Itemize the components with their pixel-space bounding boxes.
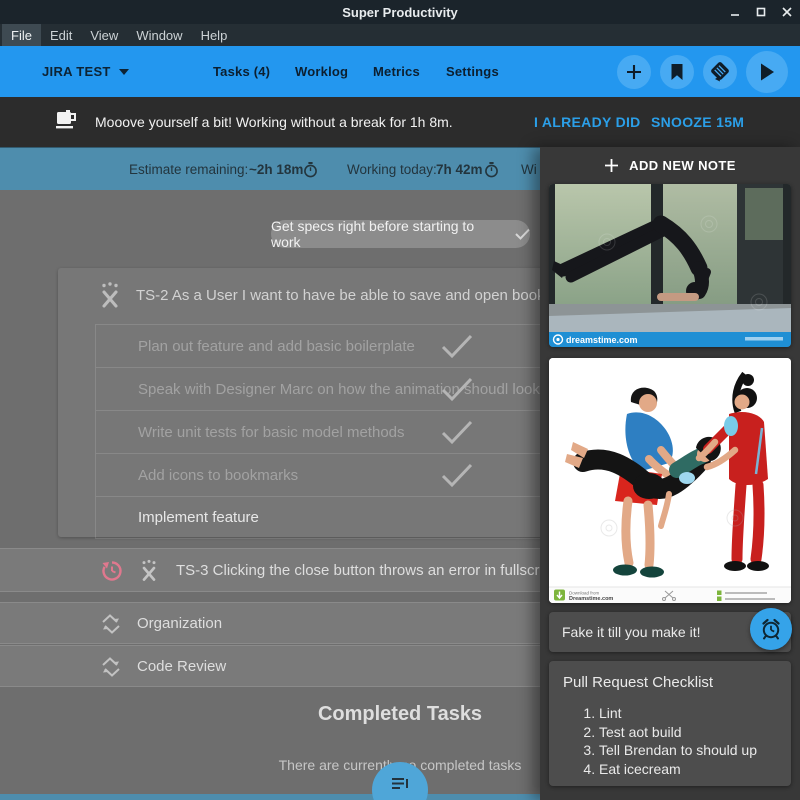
titlebar: Super Productivity — [0, 0, 800, 24]
working-today-value: 7h 42m — [436, 148, 483, 191]
note-sticky-icon — [708, 60, 732, 84]
tab-worklog[interactable]: Worklog — [295, 46, 348, 97]
subtask-title: Add icons to bookmarks — [138, 467, 298, 484]
stopwatch-icon — [302, 148, 319, 191]
break-message: Mooove yourself a bit! Working without a… — [95, 97, 453, 147]
play-icon — [758, 62, 776, 82]
svg-text:Download from: Download from — [569, 591, 600, 596]
play-button[interactable] — [746, 51, 788, 93]
note-image-yoga[interactable]: dreamstime.com — [549, 184, 791, 347]
svg-text:dreamstime.com: dreamstime.com — [566, 335, 638, 345]
close-icon[interactable] — [780, 5, 794, 19]
window-title: Super Productivity — [342, 5, 458, 20]
sync-clock-icon — [101, 560, 123, 582]
task-title: TS-2 As a User I want to have be able to… — [136, 287, 585, 304]
repeat-icon — [100, 613, 122, 635]
chevron-down-icon — [119, 69, 129, 75]
note-text: Fake it till you make it! — [562, 624, 701, 640]
svg-text:Dreamstime.com: Dreamstime.com — [569, 596, 613, 602]
playlist-icon — [390, 776, 410, 794]
check-icon — [441, 463, 473, 488]
subtask-title: Plan out feature and add basic boilerpla… — [138, 338, 415, 355]
project-switcher[interactable]: JIRA TEST — [42, 46, 129, 97]
add-task-button[interactable] — [617, 55, 651, 89]
add-new-note-button[interactable]: ADD NEW NOTE — [540, 147, 800, 184]
maximize-icon[interactable] — [754, 5, 768, 19]
subtask-title: Speak with Designer Marc on how the anim… — [138, 381, 567, 398]
repeat-icon — [100, 656, 122, 678]
subtask-title: Write unit tests for basic model methods — [138, 424, 405, 441]
checklist-item: Lint — [599, 704, 777, 723]
yoga-photo: dreamstime.com — [549, 184, 791, 347]
jira-icon — [139, 558, 159, 583]
checklist-item: Tell Brendan to should up — [599, 741, 777, 760]
check-icon — [441, 334, 473, 359]
checklist: Lint Test aot build Tell Brendan to shou… — [599, 704, 777, 778]
main-toolbar: JIRA TEST Tasks (4) Worklog Metrics Sett… — [0, 46, 800, 97]
checklist-title: Pull Request Checklist — [563, 674, 777, 691]
plus-icon — [625, 63, 643, 81]
last-done-task-chip[interactable]: Get specs right before starting to work — [271, 220, 530, 248]
menu-help[interactable]: Help — [192, 24, 237, 46]
estimate-remaining-value: ~2h 18m — [249, 148, 303, 191]
checklist-item: Test aot build — [599, 723, 777, 742]
task-title: TS-3 Clicking the close button throws an… — [176, 562, 565, 579]
break-reminder-banner: Mooove yourself a bit! Working without a… — [0, 97, 800, 147]
stopwatch-icon — [483, 148, 500, 191]
snooze-button[interactable]: SNOOZE 15M — [651, 97, 744, 147]
project-name: JIRA TEST — [42, 64, 111, 79]
truncated-label: Wi — [521, 148, 537, 191]
notes-toggle-button[interactable] — [703, 55, 737, 89]
task-title: Organization — [137, 615, 222, 632]
bookmarks-toggle-button[interactable] — [660, 55, 694, 89]
working-today-label: Working today: — [347, 148, 437, 191]
check-icon — [515, 228, 530, 240]
note-reminder-button[interactable] — [750, 608, 792, 650]
coffee-mug-icon — [54, 109, 80, 133]
minimize-icon[interactable] — [728, 5, 742, 19]
check-icon — [441, 420, 473, 445]
subtask-title: Implement feature — [138, 509, 259, 526]
add-new-note-label: ADD NEW NOTE — [629, 158, 736, 173]
tab-tasks[interactable]: Tasks (4) — [213, 46, 270, 97]
tab-settings[interactable]: Settings — [446, 46, 499, 97]
app-window: Super Productivity File Edit View Window… — [0, 0, 800, 800]
chip-text: Get specs right before starting to work — [271, 218, 507, 250]
checklist-item: Eat icecream — [599, 760, 777, 779]
menu-view[interactable]: View — [81, 24, 127, 46]
menu-window[interactable]: Window — [127, 24, 191, 46]
tab-metrics[interactable]: Metrics — [373, 46, 420, 97]
alarm-clock-icon — [759, 617, 783, 641]
task-title: Code Review — [137, 658, 226, 675]
note-image-first-aid[interactable]: Download from Dreamstime.com — [549, 358, 791, 603]
first-aid-illustration: Download from Dreamstime.com — [549, 358, 791, 603]
estimate-remaining-label: Estimate remaining: — [129, 148, 248, 191]
note-checklist[interactable]: Pull Request Checklist Lint Test aot bui… — [549, 661, 791, 786]
check-icon — [441, 377, 473, 402]
already-did-button[interactable]: I ALREADY DID — [534, 97, 641, 147]
plus-icon — [604, 158, 619, 173]
menu-edit[interactable]: Edit — [41, 24, 81, 46]
bookmark-icon — [669, 63, 685, 81]
menu-file[interactable]: File — [2, 24, 41, 46]
menubar: File Edit View Window Help — [0, 24, 800, 46]
notes-panel: ADD NEW NOTE — [540, 147, 800, 800]
jira-icon — [98, 281, 122, 309]
